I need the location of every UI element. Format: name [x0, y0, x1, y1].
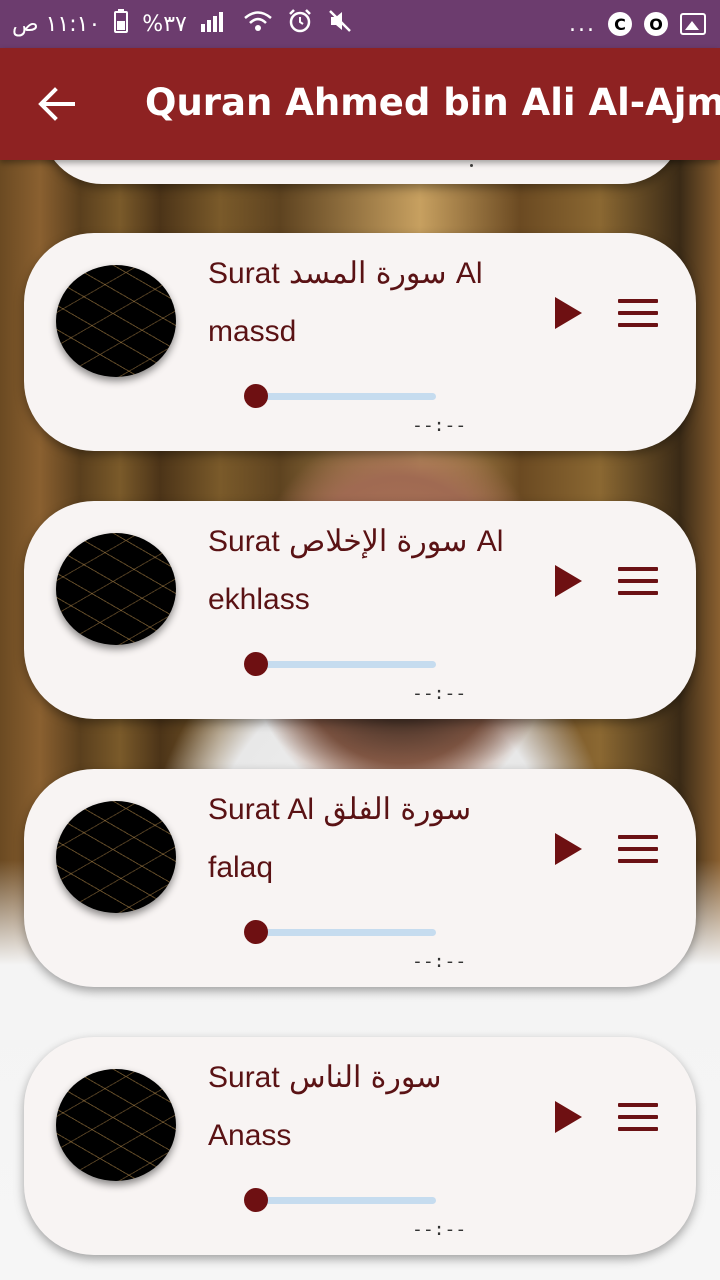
play-icon: [555, 297, 582, 329]
status-right: ... C O: [569, 0, 706, 48]
app-bar: Quran Ahmed bin Ali Al-Ajmi: [0, 48, 720, 160]
track-card[interactable]: Surat سورة الناس Anass --:--: [24, 1037, 696, 1255]
partial-card-dot: [470, 164, 473, 167]
status-bar: ١١:١٠ ص %٣٧ ... C O: [0, 0, 720, 48]
slider-track: [250, 661, 436, 668]
progress-slider[interactable]: [244, 1187, 436, 1213]
progress-slider[interactable]: [244, 383, 436, 409]
play-button[interactable]: [550, 829, 586, 869]
track-card[interactable]: Surat سورة الإخلاص Al ekhlass --:--: [24, 501, 696, 719]
arrow-left-icon: [38, 87, 75, 121]
track-time: --:--: [412, 1219, 467, 1240]
track-artwork: [56, 533, 176, 645]
slider-track: [250, 393, 436, 400]
menu-icon-line: [618, 1127, 658, 1131]
notification-c-icon: C: [608, 12, 632, 36]
notification-image-icon: [680, 13, 706, 35]
track-title: Surat سورة الناس Anass: [208, 1061, 442, 1152]
clock-text: ١١:١٠ ص: [12, 11, 101, 37]
menu-icon-line: [618, 299, 658, 303]
signal-icon: [200, 10, 229, 38]
slider-thumb[interactable]: [244, 652, 268, 676]
track-title: Surat سورة الإخلاص Al ekhlass: [208, 525, 504, 616]
page-title: Quran Ahmed bin Ali Al-Ajmi: [145, 81, 720, 124]
mute-icon: [327, 8, 353, 40]
menu-icon-line: [618, 323, 658, 327]
play-icon: [555, 833, 582, 865]
wifi-icon: [243, 10, 273, 38]
track-title: Surat Al سورة الفلق falaq: [208, 793, 472, 884]
menu-icon-line: [618, 579, 658, 583]
menu-button[interactable]: [618, 1103, 658, 1131]
progress-slider[interactable]: [244, 919, 436, 945]
slider-thumb[interactable]: [244, 1188, 268, 1212]
menu-icon-line: [618, 1103, 658, 1107]
menu-button[interactable]: [618, 567, 658, 595]
track-time: --:--: [412, 415, 467, 436]
play-button[interactable]: [550, 1097, 586, 1137]
slider-thumb[interactable]: [244, 920, 268, 944]
status-left: ١١:١٠ ص %٣٧: [12, 0, 353, 48]
menu-icon-line: [618, 835, 658, 839]
notification-opera-icon: O: [644, 12, 668, 36]
menu-icon-line: [618, 859, 658, 863]
track-time: --:--: [412, 951, 467, 972]
play-button[interactable]: [550, 561, 586, 601]
slider-thumb[interactable]: [244, 384, 268, 408]
track-card[interactable]: Surat Al سورة الفلق falaq --:--: [24, 769, 696, 987]
menu-icon-line: [618, 847, 658, 851]
track-artwork: [56, 1069, 176, 1181]
back-button[interactable]: [28, 76, 84, 132]
track-title: Surat سورة المسد Al massd: [208, 257, 483, 348]
menu-button[interactable]: [618, 299, 658, 327]
slider-track: [250, 1197, 436, 1204]
play-icon: [555, 565, 582, 597]
more-notifications-icon: ...: [569, 11, 596, 37]
play-button[interactable]: [550, 293, 586, 333]
track-artwork: [56, 801, 176, 913]
play-icon: [555, 1101, 582, 1133]
track-artwork: [56, 265, 176, 377]
menu-button[interactable]: [618, 835, 658, 863]
battery-text: %٣٧: [142, 11, 187, 37]
progress-slider[interactable]: [244, 651, 436, 677]
menu-icon-line: [618, 311, 658, 315]
menu-icon-line: [618, 591, 658, 595]
menu-icon-line: [618, 1115, 658, 1119]
battery-icon: [114, 9, 129, 39]
menu-icon-line: [618, 567, 658, 571]
alarm-icon: [287, 8, 313, 40]
slider-track: [250, 929, 436, 936]
track-card[interactable]: Surat سورة المسد Al massd --:--: [24, 233, 696, 451]
track-time: --:--: [412, 683, 467, 704]
